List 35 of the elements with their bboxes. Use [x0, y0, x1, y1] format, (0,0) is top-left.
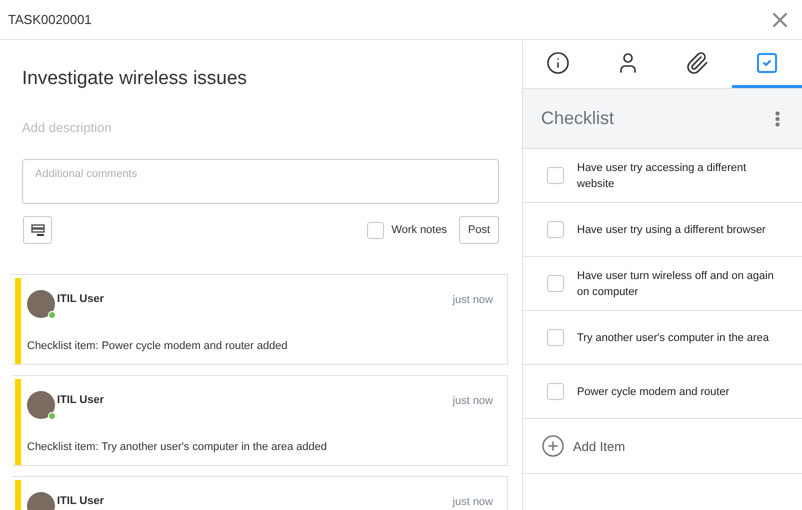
template-icon	[30, 223, 44, 237]
timestamp: just now	[452, 395, 493, 407]
checklist-checkbox[interactable]	[547, 275, 564, 292]
checkbox-icon	[755, 50, 780, 74]
activity-text: Checklist item: Try another user's computer in the area added	[27, 441, 328, 453]
paperclip-icon	[685, 50, 710, 74]
more-icon	[775, 110, 780, 126]
checklist-title: Checklist	[541, 108, 614, 129]
author-name: ITIL User	[57, 394, 104, 406]
template-button[interactable]	[23, 216, 52, 244]
more-menu-button[interactable]	[775, 110, 780, 126]
info-icon	[546, 50, 570, 74]
checklist-checkbox[interactable]	[547, 167, 564, 184]
checklist-checkbox[interactable]	[547, 329, 564, 346]
activity-text: Checklist item: Power cycle modem and router added	[27, 340, 288, 352]
checklist-checkbox[interactable]	[547, 221, 564, 238]
checklist-item-text: Have user try using a different browser	[577, 222, 766, 238]
comment-field[interactable]: Additional comments	[22, 159, 499, 204]
work-notes-checkbox[interactable]	[366, 222, 384, 238]
window-title: TASK0020001	[8, 12, 92, 27]
checklist-item-text: Power cycle modem and router	[577, 384, 730, 400]
task-title: Investigate wireless issues	[21, 67, 248, 90]
work-notes-label: Work notes	[392, 224, 447, 236]
timestamp: just now	[452, 294, 493, 306]
checklist-checkbox[interactable]	[547, 383, 564, 400]
add-icon	[541, 434, 565, 458]
author-name: ITIL User	[57, 495, 104, 507]
checklist-item-text: Have user try accessing a different website	[577, 160, 748, 192]
checklist-item-text: Have user turn wireless off and on again on computer	[577, 268, 775, 300]
timestamp: just now	[452, 496, 493, 508]
checklist-item-text: Try another user's computer in the area	[577, 330, 769, 346]
avatar	[27, 391, 55, 419]
post-button[interactable]: Post	[458, 216, 499, 244]
author-name: ITIL User	[57, 293, 104, 305]
avatar	[27, 290, 55, 318]
